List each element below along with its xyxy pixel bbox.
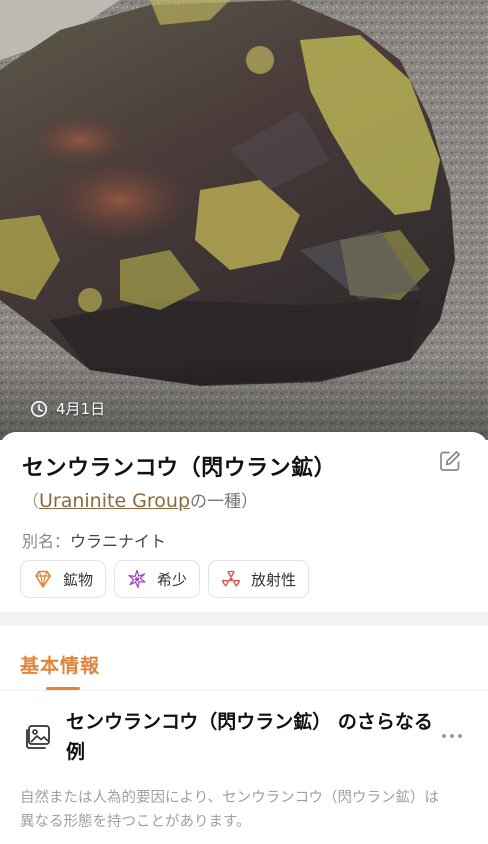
- edit-icon: [440, 450, 461, 471]
- alias-value: ウラニナイト: [70, 532, 167, 551]
- mineral-icon: [35, 570, 51, 588]
- tag-label: 鉱物: [63, 570, 94, 589]
- edit-button[interactable]: [436, 447, 464, 475]
- tag-list: 鉱物 希少 放射性: [20, 560, 310, 598]
- specimen-photo[interactable]: 4月1日: [0, 0, 488, 440]
- more-dots-icon: [442, 734, 446, 738]
- alias-line: 別名：ウラニナイト: [22, 528, 166, 552]
- group-open-paren: （: [22, 492, 39, 512]
- tag-radioactive[interactable]: 放射性: [208, 560, 310, 598]
- rock-photo-illustration: [0, 0, 488, 440]
- sparkle-icon: [128, 569, 146, 589]
- group-suffix: の一種）: [190, 492, 259, 512]
- tag-mineral[interactable]: 鉱物: [20, 560, 107, 598]
- clock-icon: [31, 400, 47, 417]
- group-link[interactable]: Uraninite Group: [39, 490, 190, 512]
- tab-basic-info[interactable]: 基本情報: [20, 651, 100, 678]
- alias-label: 別名：: [22, 532, 71, 551]
- group-line: （Uraninite Groupの一種）: [22, 487, 258, 512]
- section-divider: [0, 612, 488, 626]
- radiation-icon: [222, 570, 240, 587]
- examples-description: 自然または人為的要因により、センウランコウ（閃ウラン鉱）は異なる形態を持つことが…: [20, 790, 440, 830]
- tab-bar-rule: [0, 690, 488, 691]
- date-label: 4月1日: [56, 400, 106, 418]
- date-chip: 4月1日: [30, 398, 105, 419]
- tag-label: 希少: [157, 570, 188, 589]
- image-gallery-icon: [26, 725, 50, 749]
- more-options-button[interactable]: [436, 724, 468, 748]
- examples-title: センウランコウ（閃ウラン鉱） のさらなる例: [66, 711, 433, 763]
- tag-label: 放射性: [251, 570, 297, 589]
- more-dots-icon: [450, 734, 454, 738]
- more-dots-icon: [458, 734, 462, 738]
- page-title: センウランコウ（閃ウラン鉱）: [22, 456, 337, 481]
- tag-rare[interactable]: 希少: [114, 560, 201, 598]
